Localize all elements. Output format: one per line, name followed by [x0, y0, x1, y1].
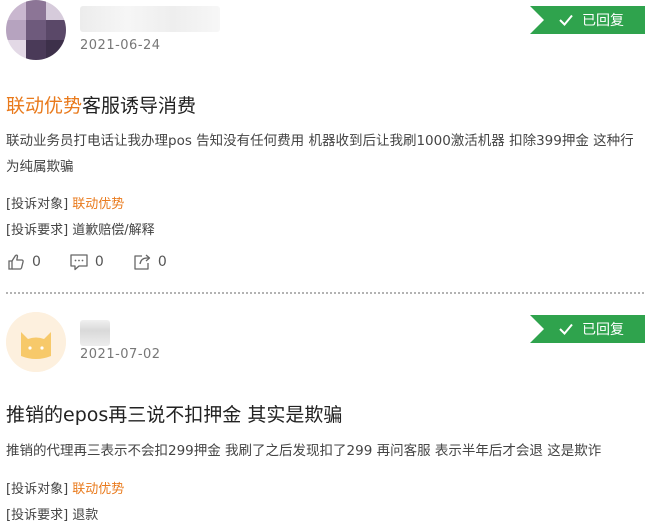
username-blurred[interactable] [80, 6, 220, 32]
replied-badge: 已回复 [530, 315, 645, 343]
like-button[interactable]: 0 [6, 252, 41, 272]
complaint-content: 联动业务员打电话让我办理pos 告知没有任何费用 机器收到后让我刷1000激活机… [6, 133, 634, 175]
title-text[interactable]: 客服诱导消费 [82, 95, 196, 117]
comment-count: 0 [94, 254, 104, 270]
share-button[interactable]: 0 [132, 252, 167, 272]
username-blurred[interactable] [80, 320, 110, 346]
comment-button[interactable]: 0 [69, 252, 104, 272]
title-brand[interactable]: 联动优势 [6, 95, 82, 117]
share-icon [134, 254, 150, 270]
complaint-card[interactable]: 2021-06-24 已回复 联动优势客服诱导消费 联动业务员打电话让我办理po… [0, 0, 649, 292]
complaint-content: 推销的代理再三表示不会扣299押金 我刷了之后发现扣了299 再问客服 表示半年… [6, 443, 602, 459]
check-icon [559, 14, 573, 26]
request-value: 道歉赔偿/解释 [72, 223, 155, 238]
complaint-request: [投诉要求] 退款 [6, 504, 98, 523]
target-label: [投诉对象] [6, 197, 69, 212]
check-icon [559, 323, 573, 335]
complaint-title[interactable]: 推销的epos再三说不扣押金 其实是欺骗 [6, 400, 342, 427]
target-link[interactable]: 联动优势 [72, 482, 124, 497]
complaint-date: 2021-06-24 [80, 38, 161, 53]
like-count: 0 [32, 254, 41, 270]
replied-status: 已回复 [582, 322, 624, 338]
complaint-card[interactable]: 2021-07-02 已回复 推销的epos再三说不扣押金 其实是欺骗 推销的代… [0, 294, 649, 526]
complaint-title[interactable]: 联动优势客服诱导消费 [6, 91, 196, 118]
complaint-request: [投诉要求] 道歉赔偿/解释 [6, 219, 155, 238]
replied-badge: 已回复 [530, 6, 645, 34]
target-label: [投诉对象] [6, 482, 69, 497]
request-value: 退款 [72, 508, 99, 523]
action-bar: 0 0 0 [6, 252, 195, 272]
complaint-target: [投诉对象] 联动优势 [6, 193, 124, 212]
comment-icon [70, 254, 88, 271]
target-link[interactable]: 联动优势 [72, 197, 124, 212]
user-avatar[interactable] [6, 312, 66, 372]
complaint-date: 2021-07-02 [80, 347, 161, 362]
replied-status: 已回复 [582, 13, 624, 29]
thumbs-up-icon [8, 254, 24, 270]
request-label: [投诉要求] [6, 223, 69, 238]
complaint-target: [投诉对象] 联动优势 [6, 478, 124, 497]
request-label: [投诉要求] [6, 508, 69, 523]
user-avatar[interactable] [6, 0, 66, 60]
share-count: 0 [157, 254, 167, 270]
cat-avatar-icon [6, 312, 66, 372]
